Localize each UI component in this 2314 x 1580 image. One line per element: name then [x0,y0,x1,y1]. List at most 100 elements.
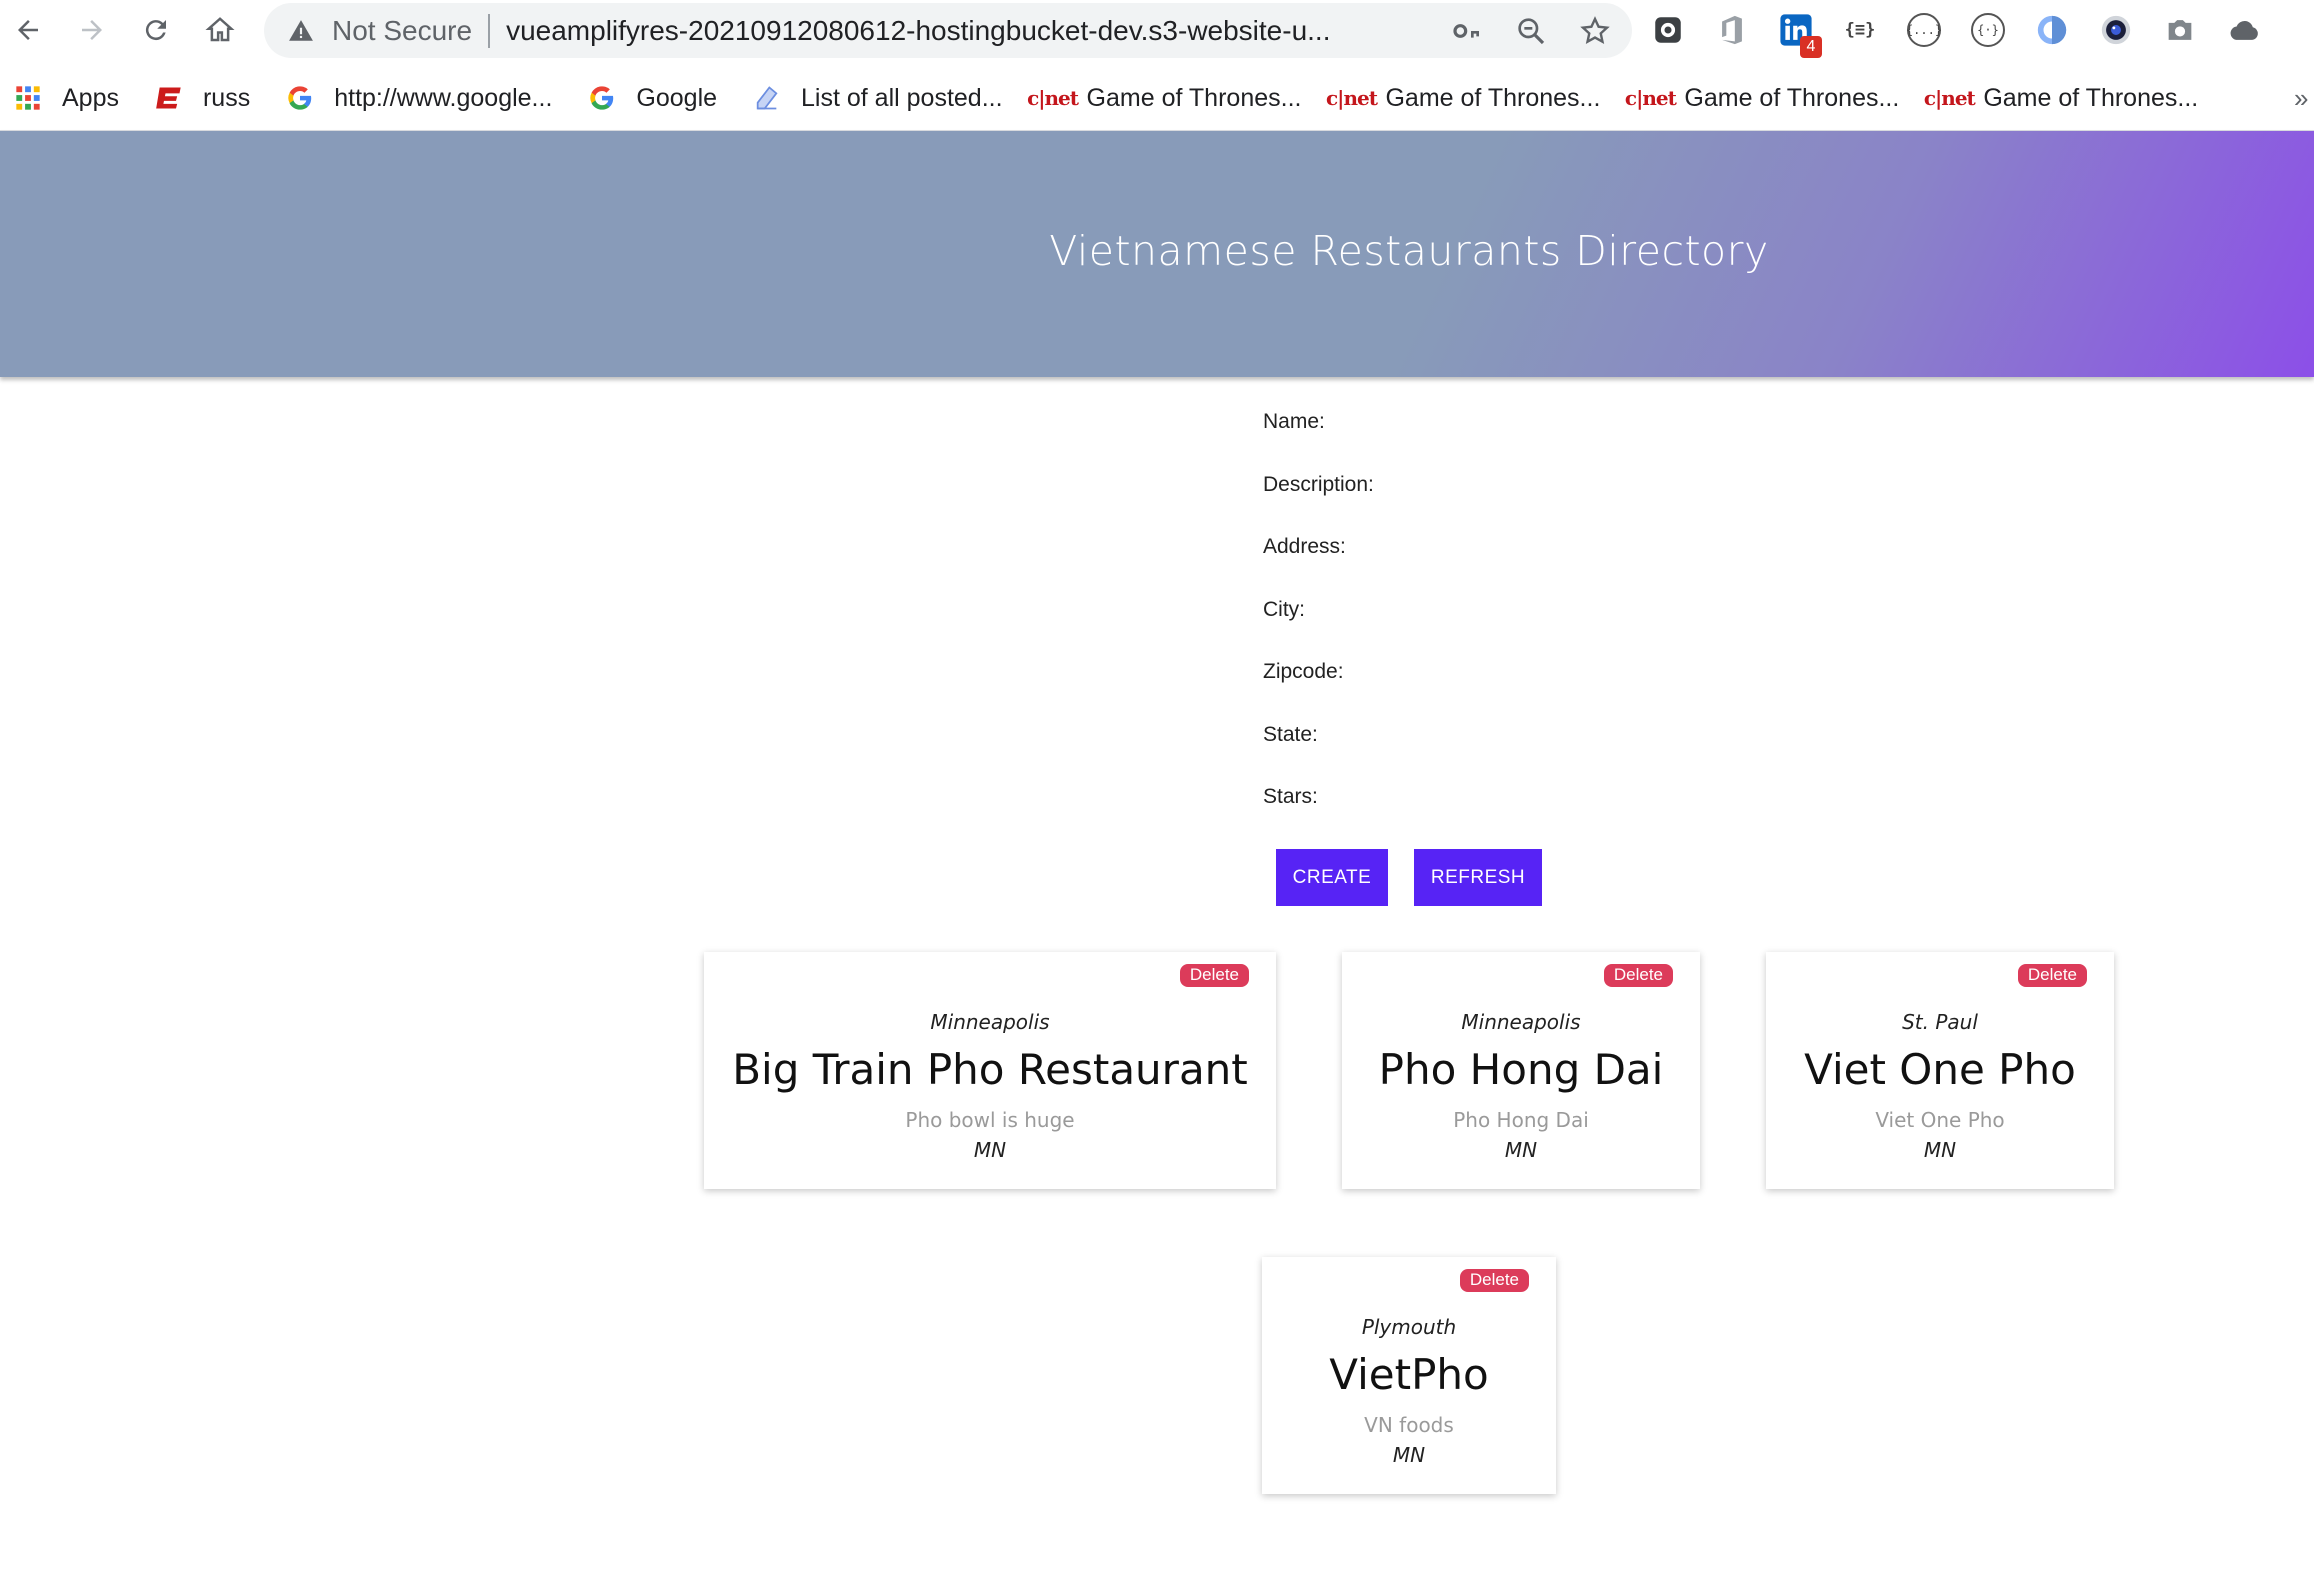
address-bar[interactable]: Not Secure vueamplifyres-20210912080612-… [264,3,1632,58]
restaurant-state: MN [973,1138,1007,1162]
page-header: Vietnamese Restaurants Directory [0,131,2314,377]
cnet-icon: c|net [1325,86,1378,110]
bookmark-apps[interactable]: Apps [14,84,119,113]
bookmark-label: Game of Thrones... [1086,83,1302,112]
restaurant-city: Plymouth [1361,1315,1457,1339]
address-field[interactable]: Address: [1263,535,1663,598]
zipcode-label: Zipcode: [1263,660,1344,683]
zipcode-field[interactable]: Zipcode: [1263,660,1663,723]
more-bookmarks-chevron-icon[interactable]: » [2294,72,2314,124]
bookmark-google[interactable]: Google [588,84,717,113]
create-button[interactable]: CREATE [1276,849,1388,906]
restaurant-state: MN [1504,1138,1538,1162]
braces-extension-2-icon[interactable]: {·} [1968,10,2008,50]
bookmarks-bar: Apps russ http://www.google... Google Li… [0,72,2314,124]
description-field[interactable]: Description: [1263,473,1663,536]
delete-button[interactable]: Delete [1603,964,1673,987]
camera-lens-icon[interactable] [2096,10,2136,50]
bookmark-star-icon[interactable] [1576,12,1614,50]
cloud-icon[interactable] [2224,10,2264,50]
bookmark-google-url[interactable]: http://www.google... [286,84,552,113]
cnet-icon: c|net [1027,86,1079,110]
stars-field[interactable]: Stars: [1263,785,1663,848]
espn-icon [155,84,183,112]
cnet-icon: c|net [1624,86,1677,110]
omnibox-actions [1448,3,1614,58]
restaurant-card: Delete Minneapolis Pho Hong Dai Pho Hong… [1342,952,1700,1189]
extension-1-icon[interactable] [1648,10,1688,50]
bookmark-got-1[interactable]: c|net Game of Thrones... [1027,83,1302,113]
cnet-icon: c|net [1923,86,1976,110]
description-label: Description: [1263,472,1374,496]
restaurant-card: Delete Minneapolis Big Train Pho Restaur… [704,952,1276,1189]
restaurant-name: VietPho [1329,1350,1489,1399]
restaurant-state: MN [1392,1443,1426,1467]
home-icon [205,17,235,42]
bookmark-got-3[interactable]: c|net Game of Thrones... [1624,83,1900,113]
city-label: City: [1263,597,1305,621]
address-label: Address: [1263,535,1346,558]
browser-toolbar: Not Secure vueamplifyres-20210912080612-… [0,0,2314,60]
zoom-icon[interactable] [1512,12,1550,50]
restaurant-name: Big Train Pho Restaurant [732,1045,1248,1094]
office-icon[interactable] [1712,10,1752,50]
braces-extension-icon[interactable]: {...} [1904,10,1944,50]
notification-badge: 4 [1800,36,1822,58]
google-icon [286,84,314,112]
reload-button[interactable] [134,8,178,52]
restaurant-card: Delete Plymouth VietPho VN foods MN [1262,1257,1556,1494]
google-icon [588,84,616,112]
restaurant-city: Minneapolis [1461,1010,1581,1034]
circle-icon: {·} [1971,13,2005,47]
bookmark-label: Game of Thrones... [1385,83,1601,112]
bookmark-label: Google [636,83,718,112]
security-status[interactable]: Not Secure [332,15,472,47]
json-formatter-icon[interactable]: {≡} [1840,10,1880,50]
bookmark-russ[interactable]: russ [155,84,250,113]
restaurant-city: St. Paul [1902,1010,1978,1034]
refresh-button[interactable]: REFRESH [1414,849,1542,906]
page-title: Vietnamese Restaurants Directory [1049,227,1769,275]
screenshot-camera-icon[interactable] [2160,10,2200,50]
warning-icon [286,16,316,46]
bookmark-list-posted[interactable]: List of all posted... [753,84,1003,113]
home-button[interactable] [198,8,242,52]
ring-extension-icon[interactable] [2032,10,2072,50]
restaurant-name: Viet One Pho [1804,1045,2076,1094]
url-text[interactable]: vueamplifyres-20210912080612-hostingbuck… [506,15,1426,47]
restaurant-description: Pho bowl is huge [905,1108,1075,1132]
bookmark-got-2[interactable]: c|net Game of Thrones... [1325,83,1601,113]
key-icon[interactable] [1448,12,1486,50]
linkedin-icon[interactable]: 4 [1776,10,1822,58]
doc-icon [753,84,781,112]
restaurant-description: Pho Hong Dai [1453,1108,1589,1132]
restaurant-description: VN foods [1364,1413,1454,1437]
bookmark-label: Game of Thrones... [1684,83,1900,112]
back-arrow-icon [18,20,38,40]
delete-button[interactable]: Delete [1179,964,1249,987]
bookmark-got-4[interactable]: c|net Game of Thrones... [1923,83,2199,113]
name-field[interactable]: Name: [1263,410,1663,473]
restaurant-form: Name: Description: Address: City: Zipcod… [1263,410,1663,848]
reload-icon [145,20,166,41]
divider [488,13,491,48]
bookmark-label: Game of Thrones... [1983,83,2199,112]
stars-label: Stars: [1263,785,1318,808]
restaurant-description: Viet One Pho [1875,1108,2005,1132]
extensions-bar: 4 {≡} {...} {·} [1648,8,2264,58]
bookmark-label: http://www.google... [334,83,553,112]
restaurant-city: Minneapolis [930,1010,1050,1034]
back-button[interactable] [6,8,50,52]
bookmark-label: List of all posted... [801,83,1003,112]
delete-button[interactable]: Delete [2017,964,2087,987]
bookmark-label: Apps [62,83,119,112]
restaurant-state: MN [1923,1138,1957,1162]
forward-button[interactable] [70,8,114,52]
apps-grid-icon [14,84,42,112]
restaurant-card: Delete St. Paul Viet One Pho Viet One Ph… [1766,952,2114,1189]
delete-button[interactable]: Delete [1459,1269,1529,1292]
state-field[interactable]: State: [1263,723,1663,786]
city-field[interactable]: City: [1263,598,1663,661]
name-label: Name: [1263,410,1325,433]
restaurant-name: Pho Hong Dai [1378,1045,1664,1094]
